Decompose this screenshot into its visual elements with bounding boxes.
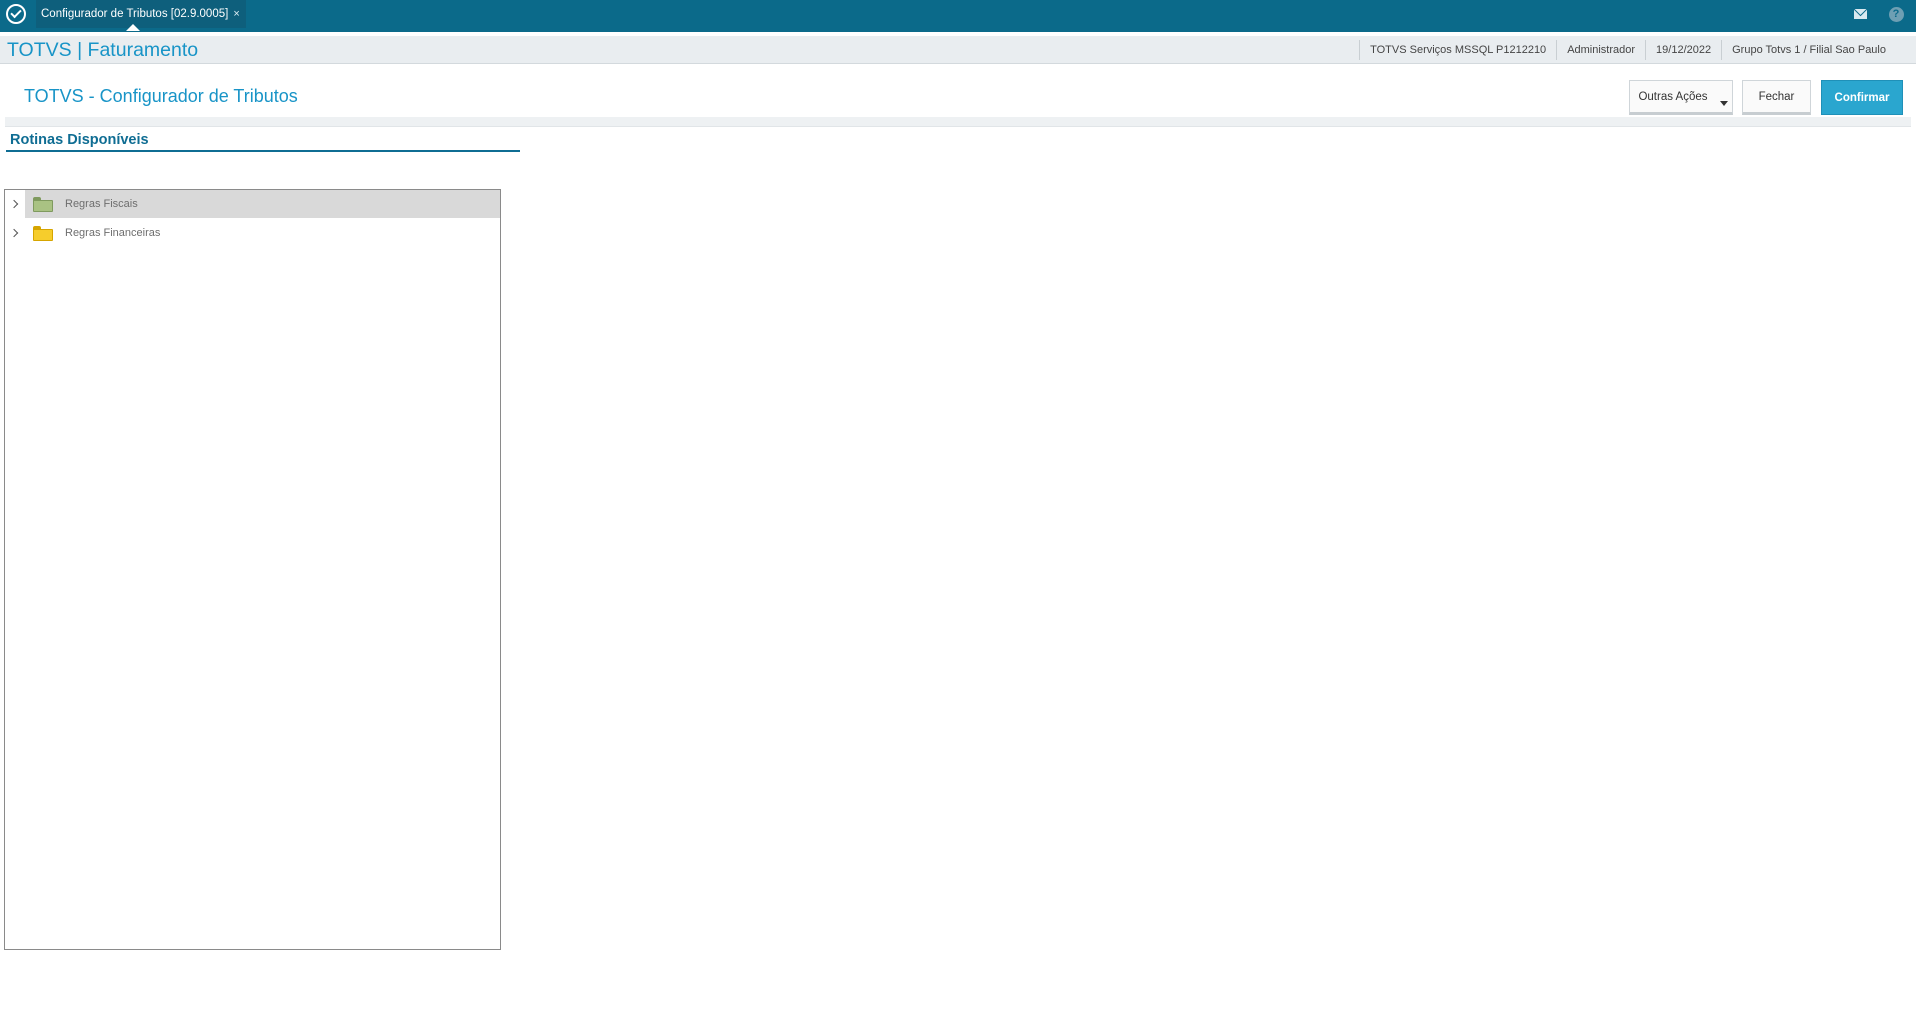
section-divider	[6, 150, 520, 152]
other-actions-button[interactable]: Outras Ações	[1629, 80, 1733, 115]
tree-item-label: Regras Financeiras	[65, 227, 161, 239]
session-info: TOTVS Serviços MSSQL P1212210 Administra…	[1359, 39, 1896, 61]
page-title: TOTVS - Configurador de Tributos	[24, 86, 298, 106]
other-actions-label: Outras Ações	[1638, 90, 1708, 103]
folder-green-icon	[33, 196, 53, 212]
help-icon[interactable]: ?	[1878, 0, 1914, 28]
tab-configurador-tributos[interactable]: Configurador de Tributos [02.9.0005] ×	[36, 0, 246, 28]
company-info: Grupo Totvs 1 / Filial Sao Paulo	[1721, 40, 1896, 60]
folder-yellow-icon	[33, 225, 53, 241]
app-logo-icon[interactable]	[6, 4, 26, 24]
environment-info: TOTVS Serviços MSSQL P1212210	[1359, 40, 1556, 60]
active-tab-caret-icon	[126, 24, 140, 31]
section-title: Rotinas Disponíveis	[10, 132, 149, 148]
module-title: TOTVS | Faturamento	[7, 39, 199, 61]
expand-arrow-icon[interactable]	[5, 219, 27, 247]
user-info: Administrador	[1556, 40, 1645, 60]
chevron-down-icon	[1720, 101, 1728, 106]
tab-label: Configurador de Tributos [02.9.0005]	[41, 8, 229, 20]
tree-item-regras-fiscais[interactable]: Regras Fiscais	[5, 190, 500, 218]
close-button[interactable]: Fechar	[1742, 80, 1811, 115]
toolbar-separator	[5, 117, 1911, 127]
date-info: 19/12/2022	[1645, 40, 1721, 60]
top-bar: Configurador de Tributos [02.9.0005] × ?	[0, 0, 1916, 32]
mail-icon[interactable]	[1842, 0, 1878, 28]
confirm-button[interactable]: Confirmar	[1821, 80, 1903, 115]
tree-item-regras-financeiras[interactable]: Regras Financeiras	[5, 219, 500, 247]
tree-item-label: Regras Fiscais	[65, 198, 138, 210]
routines-tree[interactable]: Regras Fiscais Regras Financeiras	[4, 189, 501, 950]
module-header: TOTVS | Faturamento TOTVS Serviços MSSQL…	[0, 36, 1916, 64]
tab-close-icon[interactable]: ×	[233, 8, 239, 20]
expand-arrow-icon[interactable]	[5, 190, 27, 218]
